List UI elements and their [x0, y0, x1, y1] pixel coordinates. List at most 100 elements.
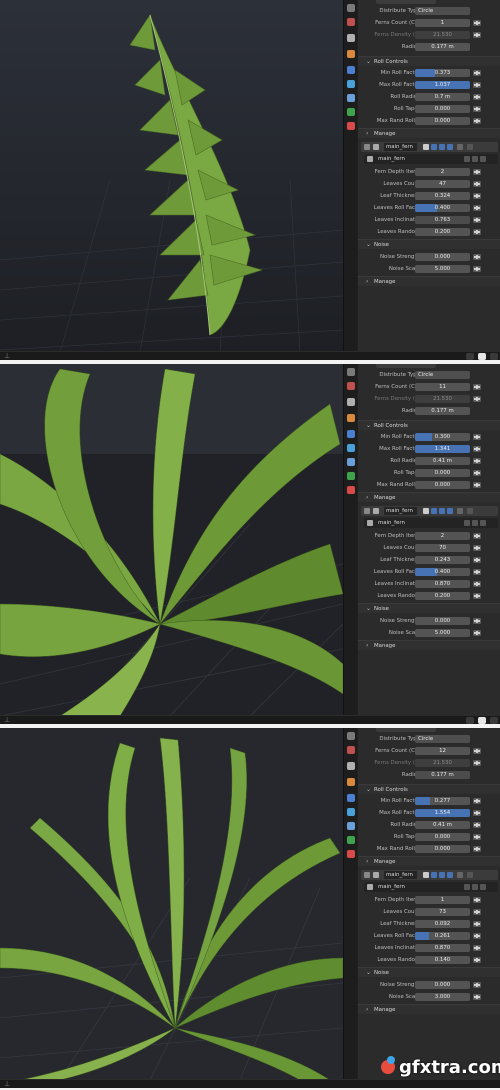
material-icon[interactable]: [347, 486, 355, 494]
leaves-count-field[interactable]: 47: [415, 180, 470, 188]
constraints-icon[interactable]: [347, 822, 355, 830]
roll-radius-field[interactable]: 0.41 m: [415, 457, 470, 465]
leaves-roll-field[interactable]: 0.400: [415, 568, 470, 576]
toggle-button[interactable]: [466, 353, 474, 360]
ferns-count-field[interactable]: 12: [415, 747, 470, 755]
material-icon[interactable]: [347, 122, 355, 130]
manage-header[interactable]: › Manage: [358, 492, 500, 502]
keyframe-icon[interactable]: [473, 82, 481, 88]
close-icon[interactable]: [467, 508, 473, 514]
keyframe-icon[interactable]: [473, 994, 481, 1000]
keyframe-icon[interactable]: [473, 217, 481, 223]
checkbox-icon[interactable]: [364, 508, 370, 514]
duplicate-icon[interactable]: [472, 156, 478, 162]
roll-radius-field[interactable]: 0.41 m: [415, 821, 470, 829]
manage-header[interactable]: › Manage: [358, 1004, 500, 1014]
close-icon[interactable]: [467, 872, 473, 878]
leaves-count-field[interactable]: 70: [415, 544, 470, 552]
keyframe-icon[interactable]: [473, 193, 481, 199]
camera-icon[interactable]: [447, 872, 453, 878]
manage-header[interactable]: › Manage: [358, 640, 500, 650]
noise-strength-field[interactable]: 0.000: [415, 253, 470, 261]
max-roll-field[interactable]: 1.554: [415, 809, 470, 817]
close-icon[interactable]: [480, 520, 486, 526]
noise-strength-field[interactable]: 0.000: [415, 617, 470, 625]
keyframe-icon[interactable]: [473, 921, 481, 927]
camera-icon[interactable]: [447, 508, 453, 514]
toggle-button[interactable]: [490, 717, 498, 724]
keyframe-icon[interactable]: [473, 897, 481, 903]
edit-mode-icon[interactable]: [431, 872, 437, 878]
keyframe-icon[interactable]: [473, 810, 481, 816]
modifier-icon[interactable]: [347, 414, 355, 422]
pin-icon[interactable]: ⊥: [4, 353, 11, 360]
noise-strength-field[interactable]: 0.000: [415, 981, 470, 989]
particles-icon[interactable]: [347, 430, 355, 438]
checkbox-icon[interactable]: [364, 872, 370, 878]
scene-icon[interactable]: [347, 382, 355, 390]
keyframe-icon[interactable]: [473, 205, 481, 211]
toggle-button[interactable]: [490, 353, 498, 360]
constraints-icon[interactable]: [347, 458, 355, 466]
keyframe-icon[interactable]: [473, 32, 481, 38]
keyframe-icon[interactable]: [473, 957, 481, 963]
leaves-rand-field[interactable]: 0.200: [415, 592, 470, 600]
leaves-rand-field[interactable]: 0.140: [415, 956, 470, 964]
keyframe-icon[interactable]: [473, 254, 481, 260]
keyframe-icon[interactable]: [473, 748, 481, 754]
roll-controls-header[interactable]: ⌄ Roll Controls: [358, 56, 500, 66]
depth-field[interactable]: 2: [415, 168, 470, 176]
noise-header[interactable]: ⌄ Noise: [358, 603, 500, 613]
toggle-button[interactable]: [478, 717, 486, 724]
noise-scale-field[interactable]: 5.000: [415, 629, 470, 637]
max-roll-field[interactable]: 1.037: [415, 81, 470, 89]
render-icon[interactable]: [347, 368, 355, 376]
duplicate-icon[interactable]: [472, 884, 478, 890]
keyframe-icon[interactable]: [473, 70, 481, 76]
keyframe-icon[interactable]: [473, 470, 481, 476]
viewport-1[interactable]: [0, 0, 343, 352]
physics-icon[interactable]: [347, 80, 355, 88]
roll-controls-header[interactable]: ⌄ Roll Controls: [358, 784, 500, 794]
keyframe-icon[interactable]: [473, 581, 481, 587]
pin-icon[interactable]: ⊥: [4, 1081, 11, 1088]
display-icon[interactable]: [439, 144, 445, 150]
leaves-rand-field[interactable]: 0.200: [415, 228, 470, 236]
keyframe-icon[interactable]: [473, 266, 481, 272]
shield-icon[interactable]: [464, 156, 470, 162]
leaf-thickness-field[interactable]: 0.092: [415, 920, 470, 928]
keyframe-icon[interactable]: [473, 94, 481, 100]
edit-mode-icon[interactable]: [431, 508, 437, 514]
funnel-icon[interactable]: [423, 872, 429, 878]
toggle-button[interactable]: [466, 717, 474, 724]
keyframe-icon[interactable]: [473, 630, 481, 636]
leaves-roll-field[interactable]: 0.400: [415, 204, 470, 212]
min-roll-field[interactable]: 0.373: [415, 69, 470, 77]
noise-scale-field[interactable]: 3.000: [415, 993, 470, 1001]
close-icon[interactable]: [467, 144, 473, 150]
keyframe-icon[interactable]: [473, 834, 481, 840]
keyframe-icon[interactable]: [473, 446, 481, 452]
close-icon[interactable]: [480, 156, 486, 162]
keyframe-icon[interactable]: [473, 106, 481, 112]
keyframe-icon[interactable]: [473, 545, 481, 551]
keyframe-icon[interactable]: [473, 557, 481, 563]
roll-taper-field[interactable]: 0.000: [415, 469, 470, 477]
data-icon[interactable]: [347, 836, 355, 844]
roll-controls-header[interactable]: ⌄ Roll Controls: [358, 420, 500, 430]
manage-header[interactable]: › Manage: [358, 856, 500, 866]
close-icon[interactable]: [480, 884, 486, 890]
render-icon[interactable]: [347, 4, 355, 12]
particles-icon[interactable]: [347, 794, 355, 802]
object-icon[interactable]: [347, 398, 355, 406]
constraints-icon[interactable]: [347, 94, 355, 102]
keyframe-icon[interactable]: [473, 384, 481, 390]
keyframe-icon[interactable]: [473, 593, 481, 599]
min-roll-field[interactable]: 0.300: [415, 433, 470, 441]
object-icon[interactable]: [347, 762, 355, 770]
leaves-count-field[interactable]: 73: [415, 908, 470, 916]
roll-radius-field[interactable]: 0.7 m: [415, 93, 470, 101]
roll-taper-field[interactable]: 0.000: [415, 833, 470, 841]
object-icon[interactable]: [347, 34, 355, 42]
modifier-icon[interactable]: [347, 778, 355, 786]
